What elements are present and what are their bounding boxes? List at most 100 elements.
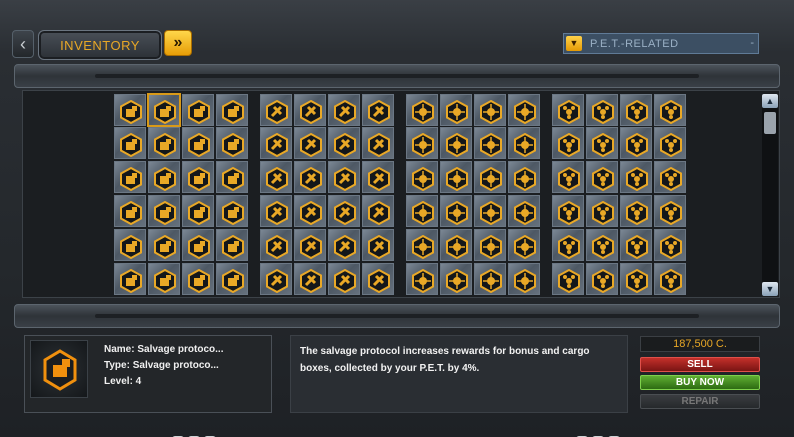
chevron-down-icon[interactable]: ▼ <box>566 36 582 51</box>
inventory-item-slot[interactable] <box>148 263 180 295</box>
inventory-item-slot[interactable] <box>294 195 326 227</box>
inventory-item-slot[interactable] <box>216 229 248 261</box>
inventory-item-slot[interactable] <box>508 161 540 193</box>
inventory-item-slot[interactable] <box>362 161 394 193</box>
inventory-item-slot[interactable] <box>294 127 326 159</box>
buy-now-button[interactable]: BUY NOW <box>640 375 760 390</box>
inventory-item-slot[interactable] <box>552 263 584 295</box>
scroll-up-icon[interactable]: ▲ <box>762 94 778 108</box>
inventory-item-slot[interactable] <box>586 229 618 261</box>
inventory-item-slot[interactable] <box>508 263 540 295</box>
inventory-item-slot[interactable] <box>508 127 540 159</box>
inventory-item-slot[interactable] <box>148 161 180 193</box>
inventory-item-slot[interactable] <box>260 229 292 261</box>
inventory-item-slot[interactable] <box>620 195 652 227</box>
inventory-item-slot[interactable] <box>362 127 394 159</box>
inventory-item-slot[interactable] <box>148 229 180 261</box>
inventory-item-slot[interactable] <box>114 161 146 193</box>
inventory-item-slot[interactable] <box>406 229 438 261</box>
prev-arrow-icon[interactable]: ‹ <box>12 30 34 58</box>
inventory-item-slot[interactable] <box>440 127 472 159</box>
inventory-item-slot[interactable] <box>260 94 292 126</box>
inventory-item-slot[interactable] <box>216 263 248 295</box>
next-arrow-icon[interactable]: » <box>164 30 192 56</box>
inventory-item-slot[interactable] <box>440 94 472 126</box>
inventory-item-slot[interactable] <box>328 127 360 159</box>
inventory-item-slot[interactable] <box>508 229 540 261</box>
inventory-item-slot[interactable] <box>148 94 180 126</box>
inventory-item-slot[interactable] <box>406 195 438 227</box>
inventory-item-slot[interactable] <box>114 94 146 126</box>
inventory-item-slot[interactable] <box>362 94 394 126</box>
inventory-item-slot[interactable] <box>474 195 506 227</box>
inventory-item-slot[interactable] <box>328 229 360 261</box>
inventory-item-slot[interactable] <box>114 229 146 261</box>
inventory-item-slot[interactable] <box>586 94 618 126</box>
inventory-item-slot[interactable] <box>440 161 472 193</box>
inventory-item-slot[interactable] <box>216 161 248 193</box>
inventory-item-slot[interactable] <box>406 161 438 193</box>
inventory-item-slot[interactable] <box>508 195 540 227</box>
inventory-item-slot[interactable] <box>406 94 438 126</box>
inventory-item-slot[interactable] <box>294 229 326 261</box>
inventory-item-slot[interactable] <box>654 161 686 193</box>
inventory-item-slot[interactable] <box>148 195 180 227</box>
inventory-item-slot[interactable] <box>654 263 686 295</box>
inventory-item-slot[interactable] <box>474 161 506 193</box>
inventory-item-slot[interactable] <box>328 195 360 227</box>
inventory-item-slot[interactable] <box>114 263 146 295</box>
inventory-item-slot[interactable] <box>474 94 506 126</box>
inventory-item-slot[interactable] <box>620 127 652 159</box>
inventory-item-slot[interactable] <box>586 263 618 295</box>
inventory-item-slot[interactable] <box>440 229 472 261</box>
inventory-item-slot[interactable] <box>328 263 360 295</box>
inventory-item-slot[interactable] <box>260 263 292 295</box>
inventory-tab[interactable]: INVENTORY <box>38 30 162 60</box>
inventory-item-slot[interactable] <box>654 229 686 261</box>
inventory-item-slot[interactable] <box>362 195 394 227</box>
inventory-item-slot[interactable] <box>552 195 584 227</box>
inventory-item-slot[interactable] <box>620 94 652 126</box>
inventory-item-slot[interactable] <box>474 263 506 295</box>
inventory-item-slot[interactable] <box>620 263 652 295</box>
inventory-item-slot[interactable] <box>148 127 180 159</box>
inventory-item-slot[interactable] <box>552 127 584 159</box>
repair-button[interactable]: REPAIR <box>640 394 760 409</box>
category-filter-dropdown[interactable]: ▼ P.E.T.-RELATED - <box>563 33 759 54</box>
inventory-item-slot[interactable] <box>294 263 326 295</box>
inventory-item-slot[interactable] <box>586 127 618 159</box>
inventory-item-slot[interactable] <box>328 161 360 193</box>
inventory-item-slot[interactable] <box>552 161 584 193</box>
inventory-item-slot[interactable] <box>182 263 214 295</box>
inventory-item-slot[interactable] <box>440 195 472 227</box>
scroll-thumb[interactable] <box>764 112 776 134</box>
inventory-item-slot[interactable] <box>260 161 292 193</box>
grid-scrollbar[interactable]: ▲ ▼ <box>762 94 778 296</box>
inventory-item-slot[interactable] <box>114 127 146 159</box>
inventory-item-slot[interactable] <box>260 195 292 227</box>
inventory-item-slot[interactable] <box>216 195 248 227</box>
inventory-item-slot[interactable] <box>406 127 438 159</box>
inventory-item-slot[interactable] <box>586 161 618 193</box>
inventory-item-slot[interactable] <box>216 127 248 159</box>
inventory-item-slot[interactable] <box>260 127 292 159</box>
inventory-item-slot[interactable] <box>440 263 472 295</box>
inventory-item-slot[interactable] <box>586 195 618 227</box>
inventory-item-slot[interactable] <box>654 195 686 227</box>
inventory-item-slot[interactable] <box>182 229 214 261</box>
sell-button[interactable]: SELL <box>640 357 760 372</box>
inventory-item-slot[interactable] <box>114 195 146 227</box>
inventory-item-slot[interactable] <box>474 127 506 159</box>
inventory-item-slot[interactable] <box>294 161 326 193</box>
scroll-down-icon[interactable]: ▼ <box>762 282 778 296</box>
inventory-item-slot[interactable] <box>552 94 584 126</box>
inventory-item-slot[interactable] <box>620 229 652 261</box>
inventory-item-slot[interactable] <box>552 229 584 261</box>
inventory-item-slot[interactable] <box>654 127 686 159</box>
inventory-item-slot[interactable] <box>474 229 506 261</box>
inventory-item-slot[interactable] <box>216 94 248 126</box>
inventory-item-slot[interactable] <box>182 94 214 126</box>
inventory-item-slot[interactable] <box>328 94 360 126</box>
inventory-item-slot[interactable] <box>362 229 394 261</box>
inventory-item-slot[interactable] <box>294 94 326 126</box>
